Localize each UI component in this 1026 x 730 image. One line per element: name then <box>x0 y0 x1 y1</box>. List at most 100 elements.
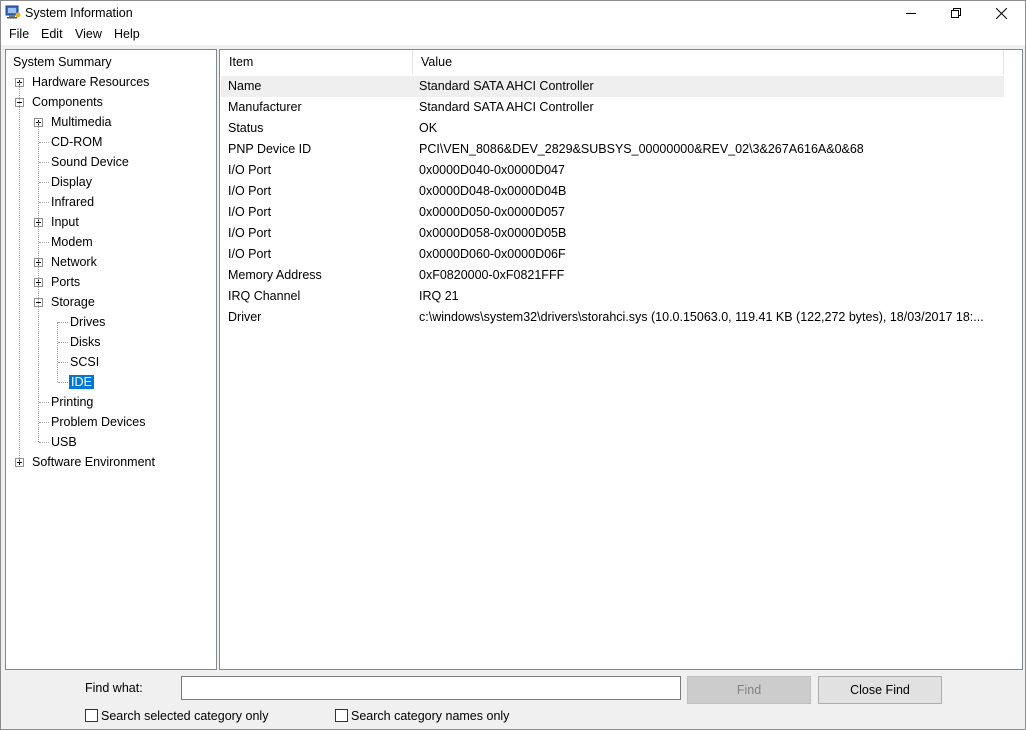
tree-item-label: CD-ROM <box>51 135 103 149</box>
tree-item-label: USB <box>51 435 77 449</box>
cell-item: PNP Device ID <box>228 142 312 156</box>
tree-item-usb[interactable]: USB <box>50 433 78 451</box>
tree-item-label: Storage <box>51 295 95 309</box>
tree-item-input[interactable]: Input <box>50 213 80 231</box>
tree-item-hardware-resources[interactable]: Hardware Resources <box>31 73 150 91</box>
tree-connector <box>39 182 49 183</box>
menu-file[interactable]: File <box>8 27 30 41</box>
tree-connector <box>39 202 49 203</box>
system-information-app-icon <box>5 5 21 19</box>
table-row[interactable]: Name Standard SATA AHCI Controller <box>221 76 1004 97</box>
cell-item: Manufacturer <box>228 100 302 114</box>
close-window-button[interactable] <box>978 1 1024 25</box>
tree-item-drives[interactable]: Drives <box>69 313 106 331</box>
tree-connector <box>19 82 20 462</box>
title-bar[interactable]: System Information <box>1 1 1025 25</box>
cell-item: Name <box>228 79 262 93</box>
tree-item-label: Modem <box>51 235 93 249</box>
tree-connector <box>39 442 49 443</box>
tree-item-label: Ports <box>51 275 81 289</box>
cell-value: 0x0000D048-0x0000D04B <box>419 184 567 198</box>
details-grid[interactable]: Item Value Name Standard SATA AHCI Contro… <box>219 49 1023 670</box>
tree-item-network[interactable]: Network <box>50 253 98 271</box>
tree-item-software-environment[interactable]: Software Environment <box>31 453 156 471</box>
tree-connector <box>39 142 49 143</box>
menu-edit[interactable]: Edit <box>40 27 64 41</box>
table-row[interactable]: I/O Port 0x0000D048-0x0000D04B <box>221 181 1004 202</box>
cell-item: I/O Port <box>228 226 272 240</box>
tree-item-label: Software Environment <box>32 455 155 469</box>
find-what-input[interactable] <box>181 676 681 700</box>
table-row[interactable]: PNP Device ID PCI\VEN_8086&DEV_2829&SUBSY… <box>221 139 1004 160</box>
tree-item-label: Input <box>51 215 79 229</box>
tree-item-infrared[interactable]: Infrared <box>50 193 95 211</box>
tree-connector <box>58 382 68 383</box>
column-header-value[interactable]: Value <box>413 50 1004 74</box>
find-button[interactable]: Find <box>687 676 811 704</box>
table-row[interactable]: Manufacturer Standard SATA AHCI Controlle… <box>221 97 1004 118</box>
close-find-button[interactable]: Close Find <box>818 676 942 704</box>
tree-item-display[interactable]: Display <box>50 173 93 191</box>
tree-item-ide[interactable]: IDE <box>69 373 94 391</box>
tree-item-label: Sound Device <box>51 155 129 169</box>
checkbox-box[interactable] <box>335 709 348 722</box>
restore-button[interactable] <box>933 1 979 25</box>
cell-value: c:\windows\system32\drivers\storahci.sys… <box>419 310 984 324</box>
tree-item-ports[interactable]: Ports <box>50 273 81 291</box>
tree-item-scsi[interactable]: SCSI <box>69 353 100 371</box>
cell-value: 0xF0820000-0xF0821FFF <box>419 268 565 282</box>
tree-item-disks[interactable]: Disks <box>69 333 102 351</box>
window-title: System Information <box>25 6 133 20</box>
minimize-icon <box>906 13 916 14</box>
cell-value: 0x0000D058-0x0000D05B <box>419 226 567 240</box>
category-tree[interactable]: System Summary Hardware Resources Componen… <box>5 49 217 670</box>
cell-value: 0x0000D060-0x0000D06F <box>419 247 566 261</box>
restore-icon <box>951 8 961 18</box>
tree-connector <box>39 242 49 243</box>
tree-item-components[interactable]: Components <box>31 93 104 111</box>
column-header-item[interactable]: Item <box>221 50 413 74</box>
tree-item-cd-rom[interactable]: CD-ROM <box>50 133 103 151</box>
search-selected-category-checkbox[interactable]: Search selected category only <box>85 708 305 724</box>
tree-item-printing[interactable]: Printing <box>50 393 94 411</box>
table-row[interactable]: I/O Port 0x0000D040-0x0000D047 <box>221 160 1004 181</box>
cell-item: I/O Port <box>228 247 272 261</box>
menu-bar: File Edit View Help <box>1 25 1025 45</box>
tree-connector <box>58 322 68 323</box>
tree-item-label: Drives <box>70 315 106 329</box>
tree-item-storage[interactable]: Storage <box>50 293 96 311</box>
tree-item-sound-device[interactable]: Sound Device <box>50 153 130 171</box>
table-row[interactable]: Driver c:\windows\system32\drivers\storah… <box>221 307 1004 328</box>
tree-item-label: Disks <box>70 335 101 349</box>
tree-connector <box>39 422 49 423</box>
cell-value: IRQ 21 <box>419 289 459 303</box>
tree-item-problem-devices[interactable]: Problem Devices <box>50 413 146 431</box>
checkbox-box[interactable] <box>85 709 98 722</box>
table-row[interactable]: Memory Address 0xF0820000-0xF0821FFF <box>221 265 1004 286</box>
close-icon <box>995 7 1007 19</box>
minimize-button[interactable] <box>888 1 934 25</box>
cell-value: PCI\VEN_8086&DEV_2829&SUBSYS_00000000&RE… <box>419 142 864 156</box>
tree-connector <box>39 402 49 403</box>
table-row[interactable]: Status OK <box>221 118 1004 139</box>
search-category-names-checkbox[interactable]: Search category names only <box>335 708 555 724</box>
tree-item-multimedia[interactable]: Multimedia <box>50 113 112 131</box>
menu-help[interactable]: Help <box>113 27 141 41</box>
find-what-label: Find what: <box>85 681 143 695</box>
cell-value: 0x0000D040-0x0000D047 <box>419 163 565 177</box>
tree-item-modem[interactable]: Modem <box>50 233 94 251</box>
tree-item-label: Hardware Resources <box>32 75 150 89</box>
cell-item: I/O Port <box>228 184 272 198</box>
tree-connector <box>38 122 39 442</box>
table-row[interactable]: I/O Port 0x0000D058-0x0000D05B <box>221 223 1004 244</box>
cell-value: 0x0000D050-0x0000D057 <box>419 205 565 219</box>
menu-view[interactable]: View <box>74 27 103 41</box>
tree-connector <box>58 362 68 363</box>
tree-item-system-summary[interactable]: System Summary <box>12 53 113 71</box>
tree-item-label: IDE <box>69 375 94 389</box>
tree-item-label: Multimedia <box>51 115 112 129</box>
table-row[interactable]: I/O Port 0x0000D050-0x0000D057 <box>221 202 1004 223</box>
table-row[interactable]: I/O Port 0x0000D060-0x0000D06F <box>221 244 1004 265</box>
table-row[interactable]: IRQ Channel IRQ 21 <box>221 286 1004 307</box>
cell-item: IRQ Channel <box>228 289 301 303</box>
